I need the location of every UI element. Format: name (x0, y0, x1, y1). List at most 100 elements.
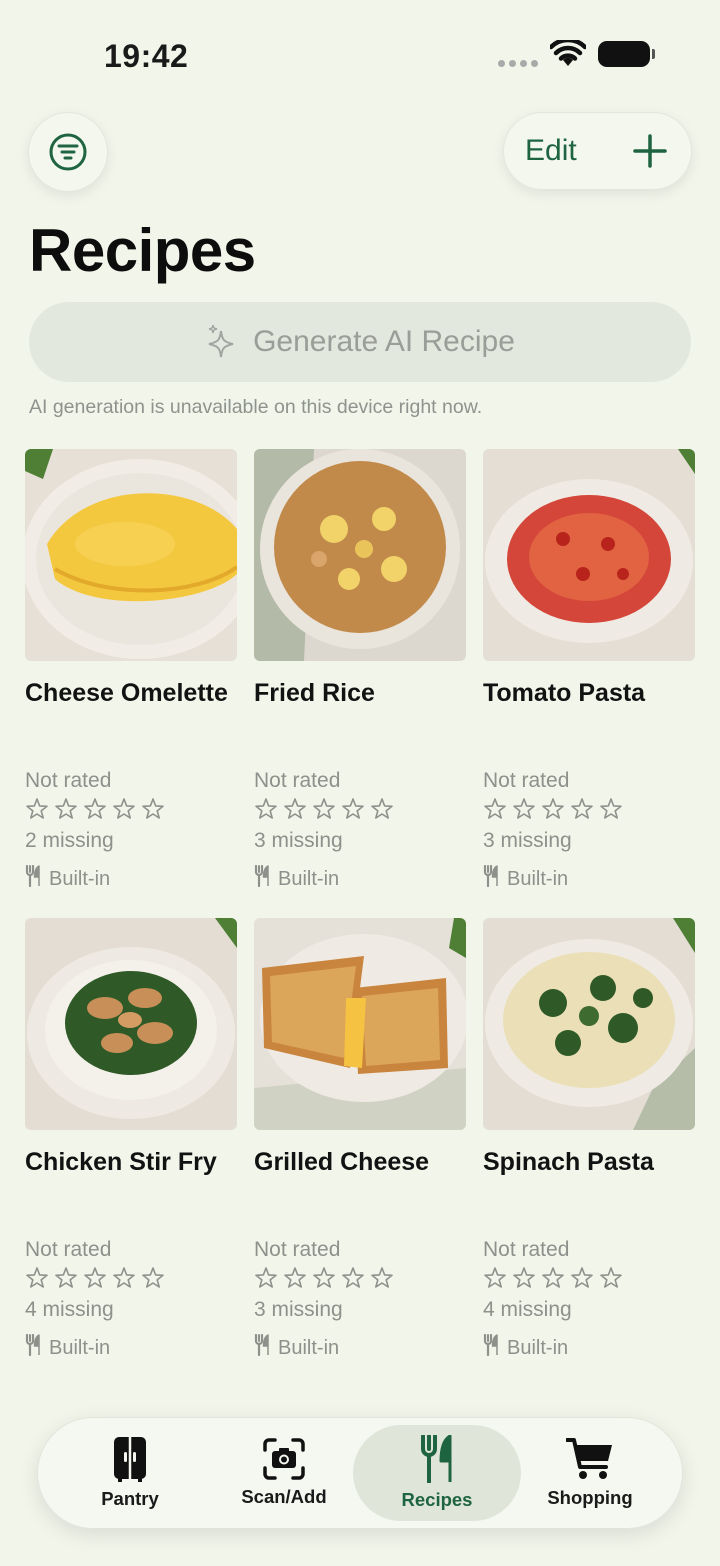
recipe-name: Spinach Pasta (483, 1148, 654, 1176)
star-rating[interactable] (254, 797, 466, 821)
recipe-name: Cheese Omelette (25, 679, 228, 707)
recipe-source: Built-in (25, 864, 237, 893)
star-icon[interactable] (483, 797, 507, 821)
rating-label: Not rated (483, 769, 570, 792)
page-title: Recipes (29, 217, 256, 284)
star-icon[interactable] (599, 1266, 623, 1290)
recipe-card-spinach-pasta[interactable]: Spinach Pasta Not rated 4 missing Built-… (483, 918, 695, 1362)
recipe-source: Built-in (483, 864, 695, 893)
recipe-source: Built-in (483, 1333, 695, 1362)
sparkles-icon (208, 324, 234, 358)
recipe-source: Built-in (25, 1333, 237, 1362)
recipe-card-tomato-pasta[interactable]: Tomato Pasta Not rated 3 missing Built-i… (483, 449, 695, 893)
star-rating[interactable] (25, 797, 237, 821)
star-icon[interactable] (112, 797, 136, 821)
star-icon[interactable] (112, 1266, 136, 1290)
tab-scan-add[interactable]: Scan/Add (207, 1425, 361, 1521)
source-label: Built-in (507, 867, 569, 890)
star-rating[interactable] (483, 1266, 695, 1290)
star-icon[interactable] (254, 1266, 278, 1290)
rating-label: Not rated (483, 1238, 570, 1261)
tab-pantry[interactable]: Pantry (53, 1425, 207, 1521)
recipe-name: Fried Rice (254, 679, 375, 707)
star-icon[interactable] (25, 797, 49, 821)
wifi-icon (550, 40, 586, 66)
star-icon[interactable] (570, 1266, 594, 1290)
recipe-name: Chicken Stir Fry (25, 1148, 217, 1176)
fork-knife-icon (483, 864, 499, 893)
star-icon[interactable] (370, 797, 394, 821)
recipe-source: Built-in (254, 864, 466, 893)
fork-knife-icon (483, 1333, 499, 1362)
tab-recipes[interactable]: Recipes (353, 1425, 521, 1521)
star-rating[interactable] (25, 1266, 237, 1290)
recipes-screen: 19:42 Edit Recipes Generate AI Recipe AI… (0, 0, 720, 1566)
star-icon[interactable] (541, 1266, 565, 1290)
star-icon[interactable] (83, 797, 107, 821)
recipe-card-fried-rice[interactable]: Fried Rice Not rated 3 missing Built-in (254, 449, 466, 893)
recipe-source: Built-in (254, 1333, 466, 1362)
star-icon[interactable] (570, 797, 594, 821)
star-icon[interactable] (54, 797, 78, 821)
cart-icon (566, 1438, 612, 1479)
star-icon[interactable] (312, 1266, 336, 1290)
star-icon[interactable] (512, 1266, 536, 1290)
missing-count: 3 missing (254, 829, 343, 852)
source-label: Built-in (278, 867, 340, 890)
plus-icon (633, 134, 667, 168)
recipe-card-chicken-stir-fry[interactable]: Chicken Stir Fry Not rated 4 missing Bui… (25, 918, 237, 1362)
rating-label: Not rated (25, 769, 112, 792)
fork-knife-icon (254, 1333, 270, 1362)
star-icon[interactable] (312, 797, 336, 821)
star-icon[interactable] (141, 1266, 165, 1290)
star-icon[interactable] (254, 797, 278, 821)
star-icon[interactable] (341, 797, 365, 821)
star-icon[interactable] (370, 1266, 394, 1290)
star-icon[interactable] (54, 1266, 78, 1290)
recipe-name: Grilled Cheese (254, 1148, 430, 1176)
edit-add-group: Edit (503, 112, 692, 190)
recipe-image (25, 449, 237, 661)
star-rating[interactable] (483, 797, 695, 821)
tab-shopping[interactable]: Shopping (513, 1425, 667, 1521)
star-icon[interactable] (541, 797, 565, 821)
tab-label: Shopping (547, 1487, 633, 1508)
recipe-card-grilled-cheese[interactable]: Grilled Cheese Not rated 3 missing Built… (254, 918, 466, 1362)
tab-label: Recipes (401, 1489, 473, 1510)
recipe-image (483, 918, 695, 1130)
fork-knife-icon (421, 1435, 452, 1483)
edit-button[interactable]: Edit (525, 134, 577, 168)
generate-ai-recipe-label: Generate AI Recipe (253, 325, 515, 358)
missing-count: 3 missing (483, 829, 572, 852)
fork-knife-icon (254, 864, 270, 893)
camera-scan-icon (263, 1438, 305, 1480)
tab-bar: Pantry Scan/Add Recipes Shopping (37, 1417, 683, 1529)
star-icon[interactable] (512, 797, 536, 821)
star-icon[interactable] (141, 797, 165, 821)
battery-icon (598, 41, 655, 67)
missing-count: 4 missing (25, 1298, 114, 1321)
status-time: 19:42 (104, 38, 189, 74)
source-label: Built-in (49, 1336, 111, 1359)
star-rating[interactable] (254, 1266, 466, 1290)
star-icon[interactable] (25, 1266, 49, 1290)
recipe-card-cheese-omelette[interactable]: Cheese Omelette Not rated 2 missing Buil… (25, 449, 237, 893)
missing-count: 4 missing (483, 1298, 572, 1321)
fridge-icon (114, 1437, 146, 1482)
recipe-image (254, 449, 466, 661)
star-icon[interactable] (283, 797, 307, 821)
filter-icon (49, 133, 87, 171)
star-icon[interactable] (83, 1266, 107, 1290)
star-icon[interactable] (341, 1266, 365, 1290)
star-icon[interactable] (283, 1266, 307, 1290)
source-label: Built-in (278, 1336, 340, 1359)
star-icon[interactable] (599, 797, 623, 821)
source-label: Built-in (507, 1336, 569, 1359)
star-icon[interactable] (483, 1266, 507, 1290)
missing-count: 3 missing (254, 1298, 343, 1321)
recipe-name: Tomato Pasta (483, 679, 646, 707)
source-label: Built-in (49, 867, 111, 890)
filter-button[interactable] (28, 112, 108, 192)
add-recipe-button[interactable] (630, 131, 670, 171)
generate-ai-recipe-button[interactable]: Generate AI Recipe (29, 302, 691, 382)
